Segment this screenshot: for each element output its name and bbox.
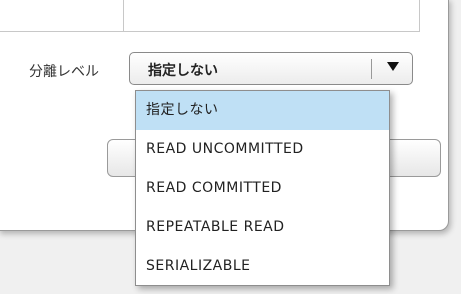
- option-read-committed[interactable]: READ COMMITTED: [136, 169, 389, 208]
- isolation-level-dropdown: 指定しない READ UNCOMMITTED READ COMMITTED RE…: [135, 90, 390, 286]
- option-serializable[interactable]: SERIALIZABLE: [136, 247, 389, 286]
- field-divider: [123, 0, 124, 31]
- option-read-uncommitted[interactable]: READ UNCOMMITTED: [136, 130, 389, 169]
- option-unspecified[interactable]: 指定しない: [136, 91, 389, 130]
- isolation-level-select[interactable]: 指定しない: [129, 52, 413, 85]
- select-separator: [371, 59, 372, 79]
- isolation-level-selected-value: 指定しない: [148, 63, 218, 79]
- option-repeatable-read[interactable]: REPEATABLE READ: [136, 208, 389, 247]
- top-field-row: [0, 0, 420, 32]
- chevron-down-icon[interactable]: [387, 62, 399, 71]
- isolation-level-label: 分離レベル: [29, 64, 99, 80]
